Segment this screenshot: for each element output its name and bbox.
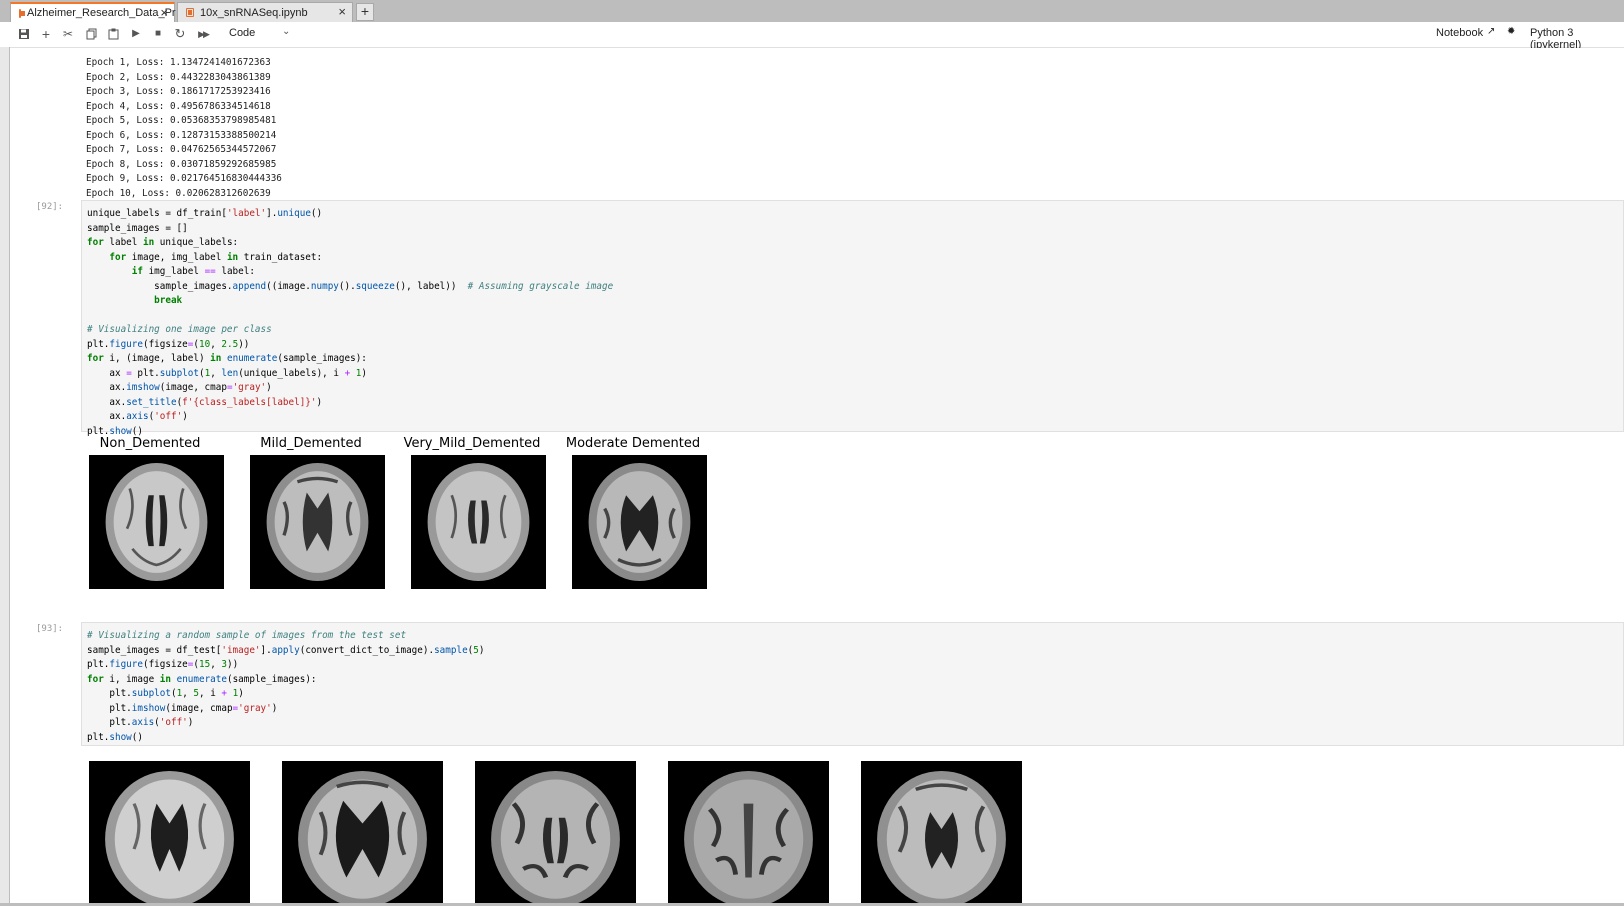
stop-icon[interactable]: ■ — [150, 26, 166, 42]
caption-mild-demented: Mild_Demented — [260, 436, 362, 451]
cell-prompt-93: [93]: — [36, 624, 64, 634]
tab-label: Alzheimer_Research_Data_Pr — [27, 7, 176, 19]
training-output: Epoch 1, Loss: 1.1347241401672363 Epoch … — [86, 57, 282, 199]
bug-icon[interactable]: ✹ — [1507, 26, 1515, 37]
brain-mri-image — [282, 761, 443, 903]
notebook-icon — [19, 8, 25, 18]
tab-bar: Alzheimer_Research_Data_Pr × 10x_snRNASe… — [0, 0, 1624, 22]
copy-icon[interactable] — [83, 26, 99, 42]
brain-mri-image — [89, 455, 224, 589]
paste-icon[interactable] — [105, 26, 121, 42]
tab-10x-snrnaseq[interactable]: 10x_snRNASeq.ipynb × — [177, 2, 353, 22]
notebook-icon — [186, 8, 194, 17]
save-icon[interactable] — [16, 26, 32, 42]
brain-mri-image — [572, 455, 707, 589]
open-external-icon[interactable]: ↗ — [1487, 26, 1495, 37]
restart-icon[interactable]: ↻ — [172, 26, 188, 42]
add-icon[interactable]: + — [38, 26, 54, 42]
code-cell-92[interactable]: unique_labels = df_train['label'].unique… — [81, 200, 1624, 437]
code-source: # Visualizing a random sample of images … — [87, 630, 485, 743]
notebook-toolbar: + ✂ ▶ ■ ↻ ▶▶ Code ⌄ Notebook ↗ ✹ Python … — [0, 22, 1624, 51]
caption-non-demented: Non_Demented — [99, 436, 201, 451]
run-icon[interactable]: ▶ — [128, 26, 144, 42]
brain-mri-image — [475, 761, 636, 903]
close-icon[interactable]: × — [160, 5, 168, 20]
close-icon[interactable]: × — [338, 4, 346, 19]
notebook-label[interactable]: Notebook — [1436, 27, 1483, 39]
chevron-down-icon[interactable]: ⌄ — [282, 26, 290, 37]
cell-prompt-92: [92]: — [36, 202, 64, 212]
brain-mri-image — [89, 761, 250, 903]
brain-mri-image — [250, 455, 385, 589]
caption-moderate-demented: Moderate Demented — [565, 436, 701, 451]
code-source: unique_labels = df_train['label'].unique… — [87, 208, 614, 437]
cut-icon[interactable]: ✂ — [60, 26, 76, 42]
run-all-icon[interactable]: ▶▶ — [195, 26, 211, 42]
left-sidebar-strip — [0, 47, 10, 906]
tab-alzheimer-notebook[interactable]: Alzheimer_Research_Data_Pr × — [10, 2, 176, 22]
notebook-area: Epoch 1, Loss: 1.1347241401672363 Epoch … — [10, 48, 1624, 903]
code-cell-93[interactable]: # Visualizing a random sample of images … — [81, 622, 1624, 746]
new-tab-button[interactable]: + — [356, 3, 374, 21]
brain-mri-image — [411, 455, 546, 589]
caption-very-mild-demented: Very_Mild_Demented — [403, 436, 541, 451]
brain-mri-image — [861, 761, 1022, 903]
tab-label: 10x_snRNASeq.ipynb — [200, 6, 308, 19]
cell-type-select[interactable]: Code — [229, 27, 255, 39]
brain-mri-image — [668, 761, 829, 903]
